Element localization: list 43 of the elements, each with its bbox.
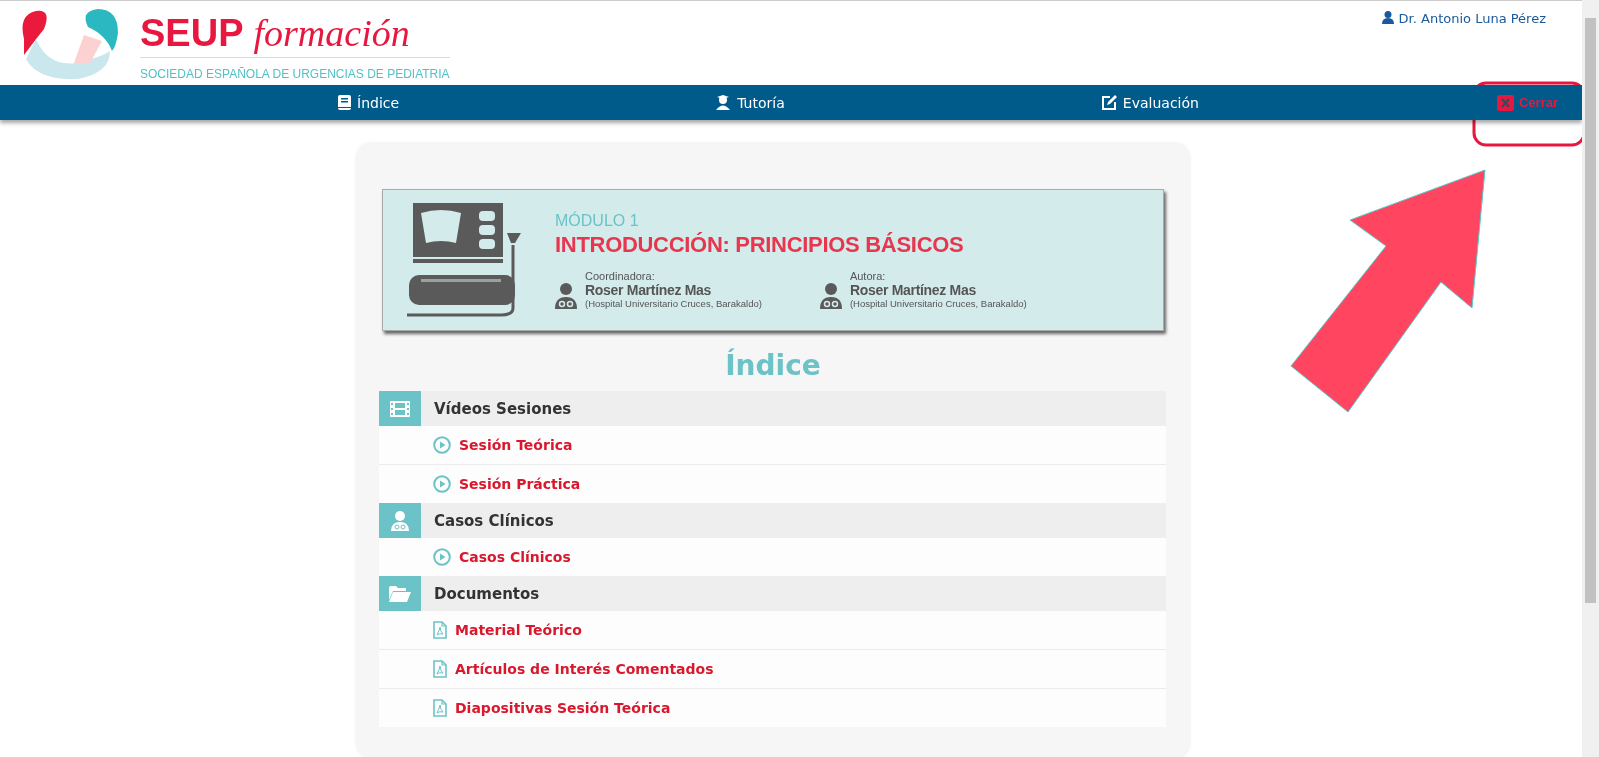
pdf-file-icon	[433, 660, 447, 679]
module-label: MÓDULO 1	[555, 211, 640, 230]
play-icon	[433, 548, 451, 567]
scrollbar-thumb[interactable]	[1585, 18, 1596, 603]
film-icon	[390, 400, 410, 417]
index-link[interactable]: Artículos de Interés Comentados	[455, 661, 714, 678]
index-heading: Índice	[724, 349, 822, 383]
index-link[interactable]: Diapositivas Sesión Teórica	[455, 700, 671, 717]
index-link[interactable]: Sesión Teórica	[459, 437, 573, 454]
nav-link[interactable]: Evaluación	[1100, 94, 1199, 111]
person-role: Coordinadora:	[585, 269, 656, 282]
index-link[interactable]: Casos Clínicos	[459, 549, 571, 566]
teacher-icon	[715, 95, 732, 111]
index-link[interactable]: Sesión Práctica	[459, 476, 581, 493]
index-link[interactable]: Material Teórico	[455, 622, 582, 639]
logo-script: formación	[253, 11, 410, 56]
person-affiliation: (Hospital Universitario Cruces, Barakaldo)	[585, 297, 762, 309]
nav-link[interactable]: Índice	[338, 94, 400, 111]
doctor-icon	[555, 282, 577, 309]
play-icon	[433, 475, 451, 494]
play-icon	[433, 436, 451, 455]
user-name[interactable]: Dr. Antonio Luna Pérez	[1398, 11, 1546, 26]
person-name: Roser Martínez Mas	[585, 281, 713, 298]
pdf-file-icon	[433, 699, 447, 718]
close-icon	[1496, 94, 1514, 111]
book-icon	[338, 95, 352, 111]
module-title: INTRODUCCIÓN: PRINCIPIOS BÁSICOS	[555, 231, 965, 258]
person-name: Roser Martínez Mas	[849, 281, 977, 298]
folder-icon	[389, 585, 411, 602]
nav-link[interactable]: Tutoría	[715, 94, 785, 111]
section-title: Vídeos Sesiones	[434, 399, 572, 418]
person-affiliation: (Hospital Universitario Cruces, Barakaldo)	[849, 297, 1027, 309]
user-icon	[1381, 11, 1394, 24]
doctor-icon	[819, 282, 842, 309]
logo-subtitle: SOCIEDAD ESPAÑOLA DE URGENCIAS DE PEDIATRIA	[140, 67, 450, 82]
scrollbar[interactable]	[1582, 0, 1599, 757]
edit-icon	[1100, 95, 1117, 111]
pdf-file-icon	[433, 621, 447, 640]
section-title: Casos Clínicos	[434, 511, 554, 530]
person-role: Autora:	[849, 269, 887, 282]
section-title: Documentos	[434, 584, 540, 603]
doctor-icon	[391, 510, 409, 531]
logo-title: SEUP	[140, 12, 244, 56]
